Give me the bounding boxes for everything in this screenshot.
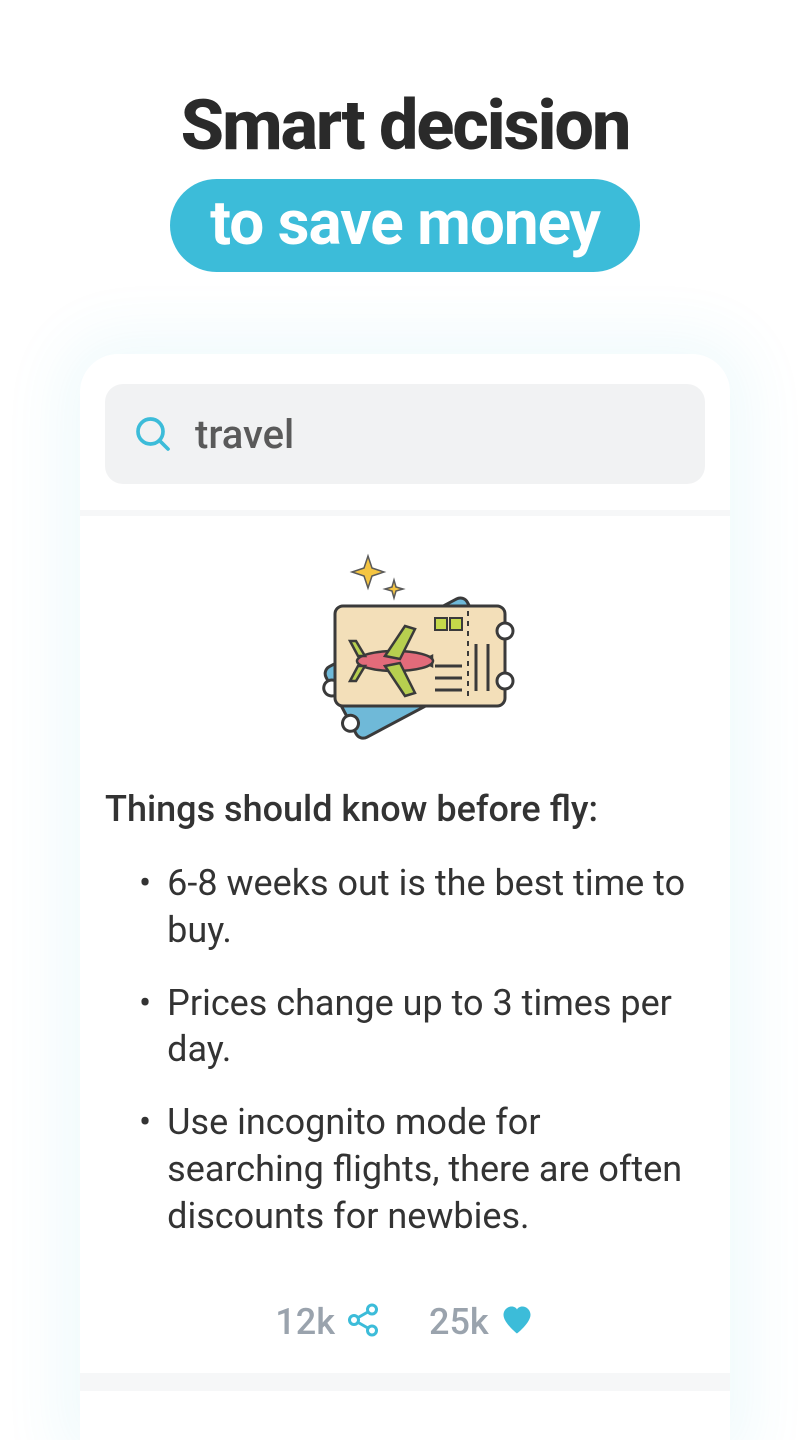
hero-line-1: Smart decision [170, 85, 640, 167]
tip-text: Prices change up to 3 times per day. [167, 980, 705, 1074]
content-title: Things should know before fly: [105, 788, 705, 830]
share-button[interactable]: 12k [275, 1301, 381, 1343]
hero-line-2: to save money [170, 179, 640, 272]
share-icon [345, 1302, 381, 1342]
tip-text: Use incognito mode for searching flights… [167, 1099, 705, 1239]
actions-row: 12k 25k [275, 1301, 534, 1363]
search-value: travel [195, 411, 294, 458]
search-icon [133, 414, 173, 454]
heart-icon [499, 1302, 535, 1342]
list-item: • Use incognito mode for searching fligh… [139, 1099, 705, 1239]
content-area: Things should know before fly: • 6-8 wee… [105, 788, 705, 1266]
divider [80, 510, 730, 516]
list-item: • 6-8 weeks out is the best time to buy. [139, 860, 705, 954]
tip-text: 6-8 weeks out is the best time to buy. [167, 860, 705, 954]
phone-card: travel [80, 354, 730, 1440]
search-input[interactable]: travel [105, 384, 705, 484]
like-button[interactable]: 25k [429, 1301, 535, 1343]
tips-list: • 6-8 weeks out is the best time to buy.… [105, 860, 705, 1240]
hero-header: Smart decision to save money [170, 85, 640, 272]
list-item: • Prices change up to 3 times per day. [139, 980, 705, 1074]
share-count: 12k [275, 1301, 335, 1343]
illustration-ticket [290, 536, 520, 766]
divider [80, 1373, 730, 1391]
like-count: 25k [429, 1301, 489, 1343]
